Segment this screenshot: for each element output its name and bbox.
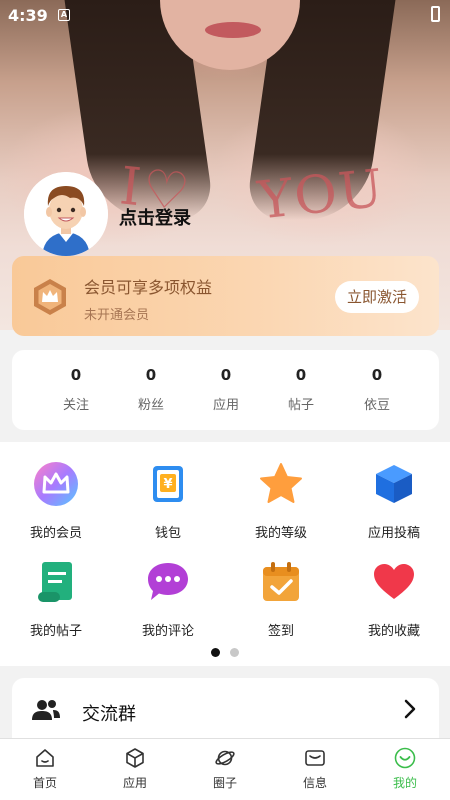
stat-value: 0: [371, 366, 383, 384]
page-indicator: [0, 642, 450, 661]
tab-label: 首页: [32, 776, 57, 790]
grid-item-label: 我的收藏: [367, 624, 420, 639]
stat-value: 0: [70, 366, 82, 384]
tab-label: 信息: [302, 776, 327, 790]
stat-value: 0: [220, 366, 232, 384]
tab-messages[interactable]: 信息: [270, 747, 360, 791]
grid-item-label: 签到: [267, 624, 294, 639]
avatar[interactable]: [24, 172, 108, 256]
tab-label: 应用: [122, 776, 147, 790]
grid-item-label: 钱包: [154, 526, 181, 541]
chat-group-label: 交流群: [82, 704, 136, 725]
stat-apps[interactable]: 0 应用: [186, 366, 266, 413]
cube-icon: [376, 465, 412, 503]
grid-item-app-submit[interactable]: 应用投稿: [338, 462, 450, 541]
stat-label: 依豆: [363, 398, 390, 413]
page-dot-active[interactable]: [211, 648, 220, 657]
crown-icon: [34, 462, 78, 506]
grid-item-wallet[interactable]: ¥ 钱包: [112, 462, 224, 541]
box-icon: [126, 748, 144, 768]
scroll-icon: [38, 562, 72, 602]
tab-apps[interactable]: 应用: [90, 747, 180, 791]
stat-label: 应用: [212, 398, 239, 413]
stat-following[interactable]: 0 关注: [36, 366, 116, 413]
vip-card[interactable]: 会员可享多项权益 未开通会员 立即激活: [12, 256, 439, 336]
grid-item-label: 应用投稿: [367, 526, 420, 541]
planet-icon: [215, 750, 235, 766]
bottom-tab-bar: 首页 应用 圈子 信息 我的: [0, 738, 450, 800]
vip-title: 会员可享多项权益: [84, 278, 213, 297]
tab-mine[interactable]: 我的: [360, 747, 450, 791]
grid-item-my-vip[interactable]: 我的会员: [0, 462, 112, 541]
status-time: 4:39: [8, 6, 48, 25]
stat-label: 帖子: [287, 398, 314, 413]
grid-item-my-comments[interactable]: 我的评论: [112, 560, 224, 639]
stat-value: 0: [145, 366, 157, 384]
home-icon: [36, 749, 54, 767]
message-icon: [305, 750, 325, 766]
profile-icon: [394, 747, 416, 769]
wallet-icon: ¥: [153, 466, 183, 502]
grid-item-label: 我的等级: [254, 526, 307, 541]
grid-item-check-in[interactable]: 签到: [225, 560, 337, 639]
status-bar: 4:39 A: [0, 0, 450, 32]
grid-item-favorites[interactable]: 我的收藏: [338, 560, 450, 639]
chat-icon: [148, 563, 188, 600]
tab-label: 圈子: [212, 776, 237, 790]
grid-item-label: 我的会员: [29, 526, 82, 541]
default-avatar-icon: [24, 172, 108, 256]
stat-value: 0: [295, 366, 307, 384]
vip-crown-badge-icon: [34, 279, 66, 315]
activate-vip-button[interactable]: 立即激活: [335, 281, 419, 313]
stat-followers[interactable]: 0 粉丝: [111, 366, 191, 413]
stat-beans[interactable]: 0 依豆: [337, 366, 417, 413]
tab-circle[interactable]: 圈子: [180, 747, 270, 791]
group-users-icon: [32, 700, 60, 720]
battery-icon: [431, 6, 440, 22]
tab-label: 我的: [392, 776, 417, 790]
heart-icon: [374, 564, 414, 599]
grid-item-my-posts[interactable]: 我的帖子: [0, 560, 112, 639]
feature-grid: 我的会员 ¥ 钱包 我的等级 应用投稿 我的帖子 我的评论 签到 我的收藏: [0, 442, 450, 666]
grid-item-my-level[interactable]: 我的等级: [225, 462, 337, 541]
chevron-right-icon: [404, 699, 416, 719]
calendar-check-icon: [263, 562, 299, 601]
stats-card: 0 关注 0 粉丝 0 应用 0 帖子 0 依豆: [12, 350, 439, 430]
grid-item-label: 我的评论: [141, 624, 194, 639]
grid-item-label: 我的帖子: [29, 624, 82, 639]
stat-posts[interactable]: 0 帖子: [261, 366, 341, 413]
star-icon: [260, 463, 302, 503]
svg-text:¥: ¥: [163, 477, 172, 492]
stat-label: 关注: [62, 398, 89, 413]
vip-status: 未开通会员: [84, 308, 150, 323]
notification-icon: A: [58, 9, 70, 21]
stat-label: 粉丝: [137, 398, 164, 413]
page-dot[interactable]: [230, 648, 239, 657]
tab-home[interactable]: 首页: [0, 747, 90, 791]
login-link[interactable]: 点击登录: [119, 204, 191, 230]
